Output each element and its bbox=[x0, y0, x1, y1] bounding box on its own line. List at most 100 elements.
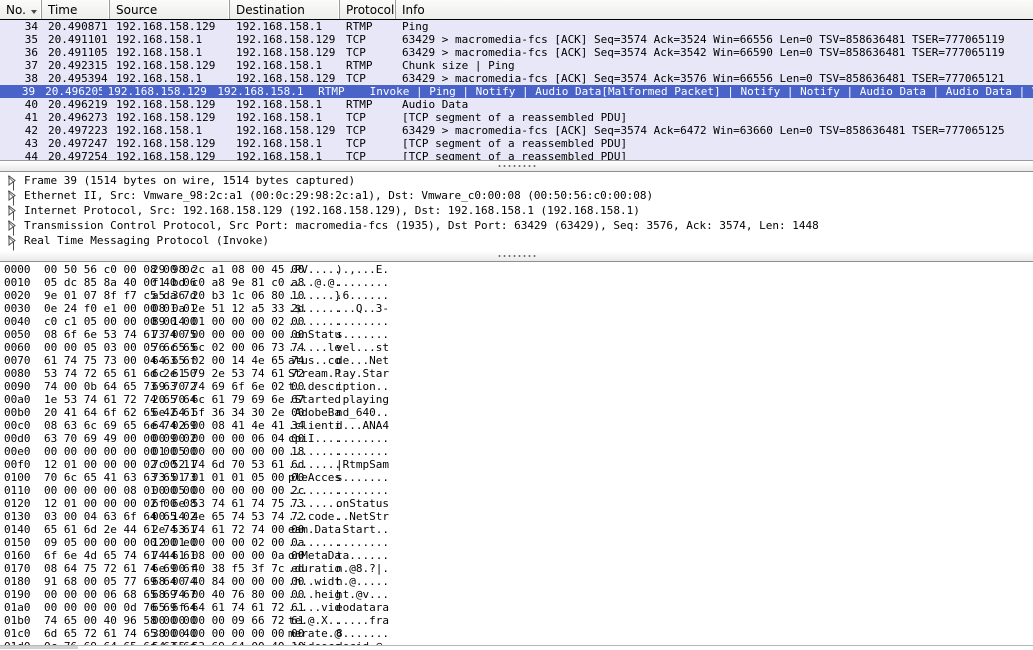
hex-dump-row[interactable]: 00d0 63 70 69 49 00 00 09 02 00 00 00 00 0… bbox=[0, 432, 1033, 445]
hex-ascii-right: vel...st bbox=[336, 340, 389, 354]
hex-ascii-right: iption.. bbox=[336, 379, 389, 393]
splitter-packet-detail[interactable] bbox=[0, 160, 1033, 172]
column-header-source[interactable]: Source bbox=[110, 0, 230, 19]
packet-row-time: 20.497254 bbox=[48, 150, 108, 160]
packet-row-info: Ping bbox=[402, 20, 429, 33]
packet-row-time: 20.490871 bbox=[48, 20, 108, 33]
hex-dump-row[interactable]: 01a0 00 00 00 00 0d 76 69 64 65 6f 64 61 7… bbox=[0, 601, 1033, 614]
packet-row-protocol: TCP bbox=[346, 111, 366, 124]
hex-bytes-left: 00 00 00 00 0d 76 69 64 bbox=[44, 600, 197, 614]
hex-dump-row[interactable]: 0130 03 00 04 63 6f 64 65 02 00 14 4e 65 7… bbox=[0, 510, 1033, 523]
packet-row-protocol: TCP bbox=[346, 72, 366, 85]
chevron-right-icon[interactable] bbox=[6, 233, 18, 248]
detail-tree-node-label: Real Time Messaging Protocol (Invoke) bbox=[24, 233, 270, 247]
hex-dump-row[interactable]: 00c0 08 63 6c 69 65 6e 74 69 64 02 00 08 4… bbox=[0, 419, 1033, 432]
hex-dump-row[interactable]: 01c0 6d 65 72 61 74 65 00 40 38 00 00 00 0… bbox=[0, 627, 1033, 640]
splitter-detail-bytes[interactable] bbox=[0, 250, 1033, 262]
hex-dump-row[interactable]: 0110 00 00 00 00 08 01 00 00 00 05 00 00 0… bbox=[0, 484, 1033, 497]
packet-row-no: 42 bbox=[24, 124, 38, 137]
hex-offset: 0030 bbox=[4, 301, 31, 315]
detail-tree-node[interactable]: Transmission Control Protocol, Src Port:… bbox=[0, 218, 1033, 233]
hex-dump-row[interactable]: 0060 00 00 05 03 00 05 6c 65 76 65 6c 02 0… bbox=[0, 341, 1033, 354]
hex-dump-row[interactable]: 0010 05 dc 85 8a 40 00 40 06 f1 bd c0 a8 9… bbox=[0, 276, 1033, 289]
hex-dump-row[interactable]: 0090 74 00 0b 64 65 73 63 72 69 70 74 69 6… bbox=[0, 380, 1033, 393]
hex-bytes-right: 64 02 00 08 41 4e 41 34 bbox=[152, 418, 305, 432]
hex-bytes-right: 08 0a 2e 51 12 a5 33 2d bbox=[152, 301, 305, 315]
packet-row[interactable]: 39 20.496205 192.168.158.129 192.168.158.1 R… bbox=[0, 85, 1033, 98]
chevron-right-icon[interactable] bbox=[6, 188, 18, 203]
packet-row[interactable]: 40 20.496219 192.168.158.129 192.168.158.1 R… bbox=[0, 98, 1033, 111]
detail-tree-node[interactable]: Frame 39 (1514 bytes on wire, 1514 bytes… bbox=[0, 173, 1033, 188]
detail-tree-node-label: Internet Protocol, Src: 192.168.158.129 … bbox=[24, 203, 640, 217]
hex-ascii-left: eam.Data bbox=[288, 522, 341, 536]
packet-row-info: Chunk size | Ping bbox=[402, 59, 515, 72]
packet-row[interactable]: 42 20.497223 192.168.158.1 192.168.158.129 T… bbox=[0, 124, 1033, 137]
hex-gap bbox=[264, 614, 288, 627]
hex-dump-row[interactable]: 0100 70 6c 65 41 63 63 65 73 73 01 01 01 0… bbox=[0, 471, 1033, 484]
hex-bytes-left: 12 01 00 00 00 02 00 08 bbox=[44, 496, 197, 510]
column-header-destination[interactable]: Destination bbox=[230, 0, 340, 19]
packet-row[interactable]: 37 20.492315 192.168.158.129 192.168.158.1 R… bbox=[0, 59, 1033, 72]
hex-dump-row[interactable]: 0070 61 74 75 73 00 04 63 6f 64 65 02 00 1… bbox=[0, 354, 1033, 367]
packet-row-source: 192.168.158.129 bbox=[116, 20, 216, 33]
packet-row[interactable]: 41 20.496273 192.168.158.129 192.168.158.1 T… bbox=[0, 111, 1033, 124]
packet-row[interactable]: 34 20.490871 192.168.158.129 192.168.158.1 R… bbox=[0, 20, 1033, 33]
packet-row[interactable]: 35 20.491101 192.168.158.1 192.168.158.129 T… bbox=[0, 33, 1033, 46]
hex-bytes-right: 12 01 00 00 00 02 00 0a bbox=[152, 535, 305, 549]
packet-list-pane: No. Time Source Destination Protocol Inf… bbox=[0, 0, 1033, 161]
packet-row-protocol: TCP bbox=[346, 124, 366, 137]
column-header-time[interactable]: Time bbox=[42, 0, 110, 19]
packet-row[interactable]: 44 20.497254 192.168.158.129 192.168.158.1 T… bbox=[0, 150, 1033, 160]
hex-dump-row[interactable]: 00a0 1e 53 74 61 72 74 65 64 20 70 6c 61 7… bbox=[0, 393, 1033, 406]
hex-dump-row[interactable]: 0040 c0 c1 05 00 00 00 00 00 89 14 01 00 0… bbox=[0, 315, 1033, 328]
hex-dump-row[interactable]: 0140 65 61 6d 2e 44 61 74 61 2e 53 74 61 7… bbox=[0, 523, 1033, 536]
hex-bytes-right: 73 01 01 01 01 05 00 00 bbox=[152, 470, 305, 484]
packet-row-info: 63429 > macromedia-fcs [ACK] Seq=3574 Ac… bbox=[402, 72, 1005, 85]
column-header-no[interactable]: No. bbox=[0, 0, 42, 19]
chevron-right-icon[interactable] bbox=[6, 173, 18, 188]
detail-tree-node[interactable]: Real Time Messaging Protocol (Invoke) bbox=[0, 233, 1033, 248]
packet-row[interactable]: 38 20.495394 192.168.158.1 192.168.158.129 T… bbox=[0, 72, 1033, 85]
packet-row-protocol: TCP bbox=[346, 137, 366, 150]
column-header-protocol[interactable]: Protocol bbox=[340, 0, 396, 19]
horizontal-scrollbar[interactable] bbox=[0, 645, 1033, 650]
hex-bytes-left: 74 00 0b 64 65 73 63 72 bbox=[44, 379, 197, 393]
hex-ascii-right: .....fra bbox=[336, 613, 389, 627]
hex-dump-row[interactable]: 01b0 74 65 00 40 96 58 00 00 00 00 00 00 0… bbox=[0, 614, 1033, 627]
hex-gap bbox=[264, 276, 288, 289]
chevron-right-icon[interactable] bbox=[6, 203, 18, 218]
hex-dump-row[interactable]: 0020 9e 01 07 8f f7 c5 da 7d a5 36 20 b3 1… bbox=[0, 289, 1033, 302]
hex-ascii-right: ........ bbox=[336, 483, 389, 497]
detail-tree-node[interactable]: Ethernet II, Src: Vmware_98:2c:a1 (00:0c… bbox=[0, 188, 1033, 203]
hex-offset: 0150 bbox=[4, 535, 31, 549]
hex-dump-row[interactable]: 0120 12 01 00 00 00 02 00 08 6f 6e 53 74 6… bbox=[0, 497, 1033, 510]
hex-ascii-right: ........ bbox=[336, 535, 389, 549]
hex-offset: 01a0 bbox=[4, 600, 31, 614]
hex-dump-row[interactable]: 0170 08 64 75 72 61 74 69 6f 6e 00 40 38 f… bbox=[0, 562, 1033, 575]
hex-bytes-left: 9e 01 07 8f f7 c5 da 7d bbox=[44, 288, 197, 302]
hex-dump-row[interactable]: 0000 00 50 56 c0 00 08 00 0c 29 98 2c a1 0… bbox=[0, 263, 1033, 276]
hex-dump-row[interactable]: 0150 09 05 00 00 00 00 00 e0 12 01 00 00 0… bbox=[0, 536, 1033, 549]
packet-row-time: 20.497223 bbox=[48, 124, 108, 137]
hex-offset: 0060 bbox=[4, 340, 31, 354]
column-header-info[interactable]: Info bbox=[396, 0, 1033, 19]
hex-ascii-right: s....... bbox=[336, 327, 389, 341]
hex-dump-row[interactable]: 0160 6f 6e 4d 65 74 61 44 61 74 61 08 00 0… bbox=[0, 549, 1033, 562]
packet-row-no: 44 bbox=[24, 150, 38, 160]
hex-gap bbox=[264, 341, 288, 354]
hex-ascii-left: ....heig bbox=[288, 587, 341, 601]
hex-dump-row[interactable]: 0190 00 00 00 06 68 65 69 67 68 74 00 40 7… bbox=[0, 588, 1033, 601]
chevron-right-icon[interactable] bbox=[6, 218, 18, 233]
hex-dump-row[interactable]: 00b0 20 41 64 6f 62 65 42 61 6e 64 5f 36 3… bbox=[0, 406, 1033, 419]
hex-dump-row[interactable]: 0080 53 74 72 65 61 6d 2e 50 6c 61 79 2e 5… bbox=[0, 367, 1033, 380]
hex-dump-row[interactable]: 00e0 00 00 00 00 00 00 00 00 01 05 00 00 0… bbox=[0, 445, 1033, 458]
hex-dump-row[interactable]: 0180 91 68 00 05 77 69 64 74 68 00 40 84 0… bbox=[0, 575, 1033, 588]
horizontal-scrollbar-thumb[interactable] bbox=[0, 646, 78, 649]
hex-offset: 0160 bbox=[4, 548, 31, 562]
packet-row[interactable]: 43 20.497247 192.168.158.129 192.168.158.1 T… bbox=[0, 137, 1033, 150]
hex-dump-row[interactable]: 0050 08 6f 6e 53 74 61 74 75 73 00 00 00 0… bbox=[0, 328, 1033, 341]
detail-tree-node[interactable]: Internet Protocol, Src: 192.168.158.129 … bbox=[0, 203, 1033, 218]
hex-dump-row[interactable]: 0030 0e 24 f0 e1 00 00 01 01 08 0a 2e 51 1… bbox=[0, 302, 1033, 315]
hex-dump-row[interactable]: 00f0 12 01 00 00 00 02 00 11 7c 52 74 6d 7… bbox=[0, 458, 1033, 471]
packet-row[interactable]: 36 20.491105 192.168.158.1 192.168.158.129 T… bbox=[0, 46, 1033, 59]
